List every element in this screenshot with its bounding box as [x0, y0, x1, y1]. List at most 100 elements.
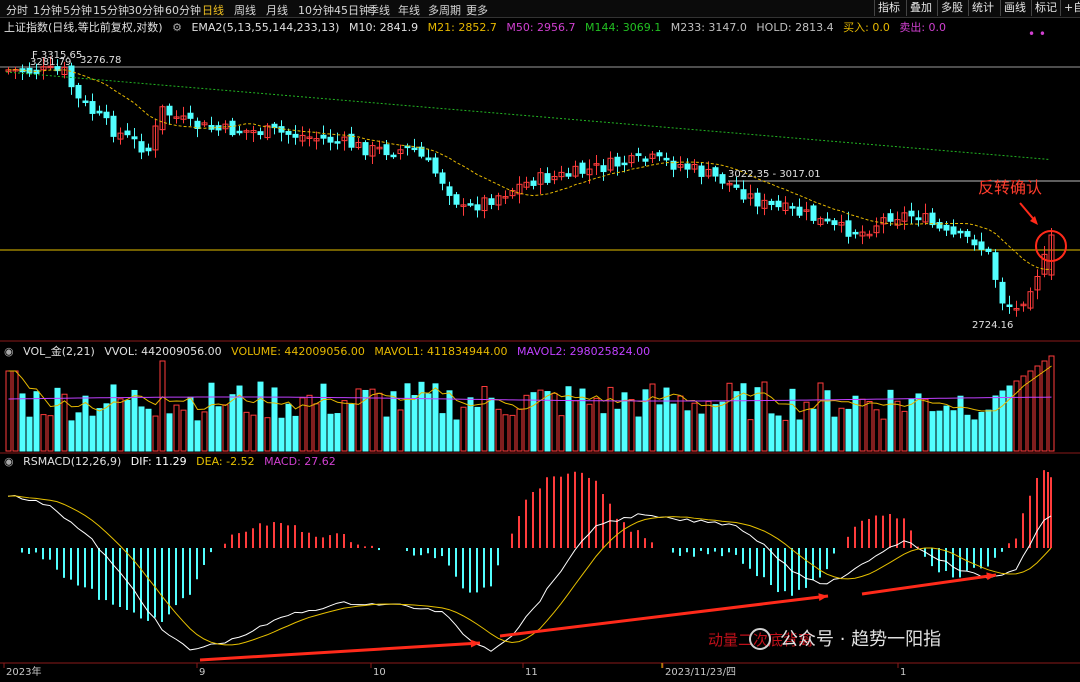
volume-bar [726, 382, 733, 452]
volume-bar [5, 370, 12, 452]
candle-body [488, 198, 495, 205]
candle-body [621, 162, 628, 166]
divergence-arrow-2 [499, 594, 829, 638]
candle-body [943, 224, 950, 231]
candle-body [740, 189, 747, 200]
candle-body [754, 192, 761, 207]
candle-body [957, 230, 964, 234]
candle-body [796, 206, 803, 216]
candle-body [320, 134, 327, 139]
divergence-arrow-3 [861, 573, 997, 596]
candle-body [334, 141, 341, 144]
candle-body [145, 147, 152, 152]
volume-bar [642, 389, 649, 452]
candle-body [138, 141, 145, 153]
candle-body [831, 220, 838, 226]
candle-body [978, 241, 985, 250]
annot-high: 3281.79 [30, 57, 71, 68]
candle-body [82, 100, 89, 103]
candle-body [166, 105, 173, 116]
candle-body [362, 142, 369, 156]
volume-bar [341, 400, 348, 452]
volume-bar [908, 398, 915, 452]
volume-bar [33, 391, 40, 452]
volume-bar [285, 403, 292, 452]
volume-bar [103, 403, 110, 452]
volume-bar [19, 393, 26, 452]
volume-bar [26, 416, 33, 452]
volume-bar [614, 408, 621, 452]
chart-canvas[interactable]: F 3315.653281.79 3276.783022.35 - 3017.01… [0, 0, 1080, 682]
candle-body [530, 180, 537, 186]
candle-body [96, 110, 103, 114]
volume-bar [327, 413, 334, 452]
volume-bar [859, 398, 866, 452]
candle-body [292, 133, 299, 138]
candle-body [999, 281, 1006, 304]
candle-body [964, 231, 971, 237]
candle-body [544, 173, 551, 183]
ma-fast-line [8, 69, 1052, 270]
candle-body [474, 204, 481, 211]
volume-bar [215, 406, 222, 452]
annot-high2: 3276.78 [80, 55, 121, 66]
volume-bar [152, 415, 159, 452]
candle-body [229, 120, 236, 136]
volume-bar [383, 416, 390, 452]
candle-body [733, 184, 740, 188]
candle-body [698, 165, 705, 177]
candle-body [89, 101, 96, 114]
volume-bar [670, 403, 677, 452]
volume-bar [747, 419, 754, 452]
candle-body [600, 165, 607, 173]
volume-bar [75, 412, 82, 452]
candle-body [453, 194, 460, 205]
x-tick-label: 2023年 [6, 665, 41, 678]
candle-body [432, 157, 439, 174]
candle-body [635, 153, 642, 156]
candle-body [971, 239, 978, 246]
x-tick-label: 11 [525, 667, 538, 678]
candle-body [656, 152, 663, 157]
volume-bar [89, 415, 96, 452]
candle-body [68, 65, 75, 88]
dots-mark: • • [1028, 27, 1046, 41]
candle-body [390, 154, 397, 158]
candle-body [810, 205, 817, 221]
volume-bar [782, 419, 789, 452]
candle-body [187, 112, 194, 119]
volume-bar [453, 419, 460, 452]
volume-bar [600, 413, 607, 452]
x-tick-label: 9 [199, 667, 205, 678]
volume-bar [775, 415, 782, 452]
candle-body [719, 174, 726, 184]
candle-body [439, 172, 446, 184]
candle-body [446, 186, 453, 196]
volume-bar [558, 415, 565, 452]
volume-bar [124, 399, 131, 452]
volume-bar [649, 383, 656, 452]
volume-bar [656, 404, 663, 452]
volume-bar [768, 413, 775, 452]
volume-bar [257, 381, 264, 452]
volume-bar [922, 398, 929, 452]
volume-bar [789, 388, 796, 452]
volume-bar [929, 411, 936, 452]
volume-bar [502, 414, 509, 452]
watermark-text: 公众号 · 趋势一阳指 [780, 629, 941, 650]
candle-body [208, 125, 215, 130]
candle-body [887, 213, 894, 222]
volume-bar [684, 410, 691, 452]
candle-body [684, 163, 691, 170]
volume-bar [831, 416, 838, 452]
volume-bar [936, 410, 943, 452]
candle-body [663, 157, 670, 161]
reversal-label: 反转确认 [978, 178, 1042, 197]
volume-bar [628, 399, 635, 452]
volume-bar [404, 383, 411, 452]
divergence-arrow-1-head [470, 639, 480, 648]
volume-bar [446, 390, 453, 452]
candle-body [950, 226, 957, 235]
annot-low: 2724.16 [972, 320, 1013, 331]
volume-bar [957, 395, 964, 452]
